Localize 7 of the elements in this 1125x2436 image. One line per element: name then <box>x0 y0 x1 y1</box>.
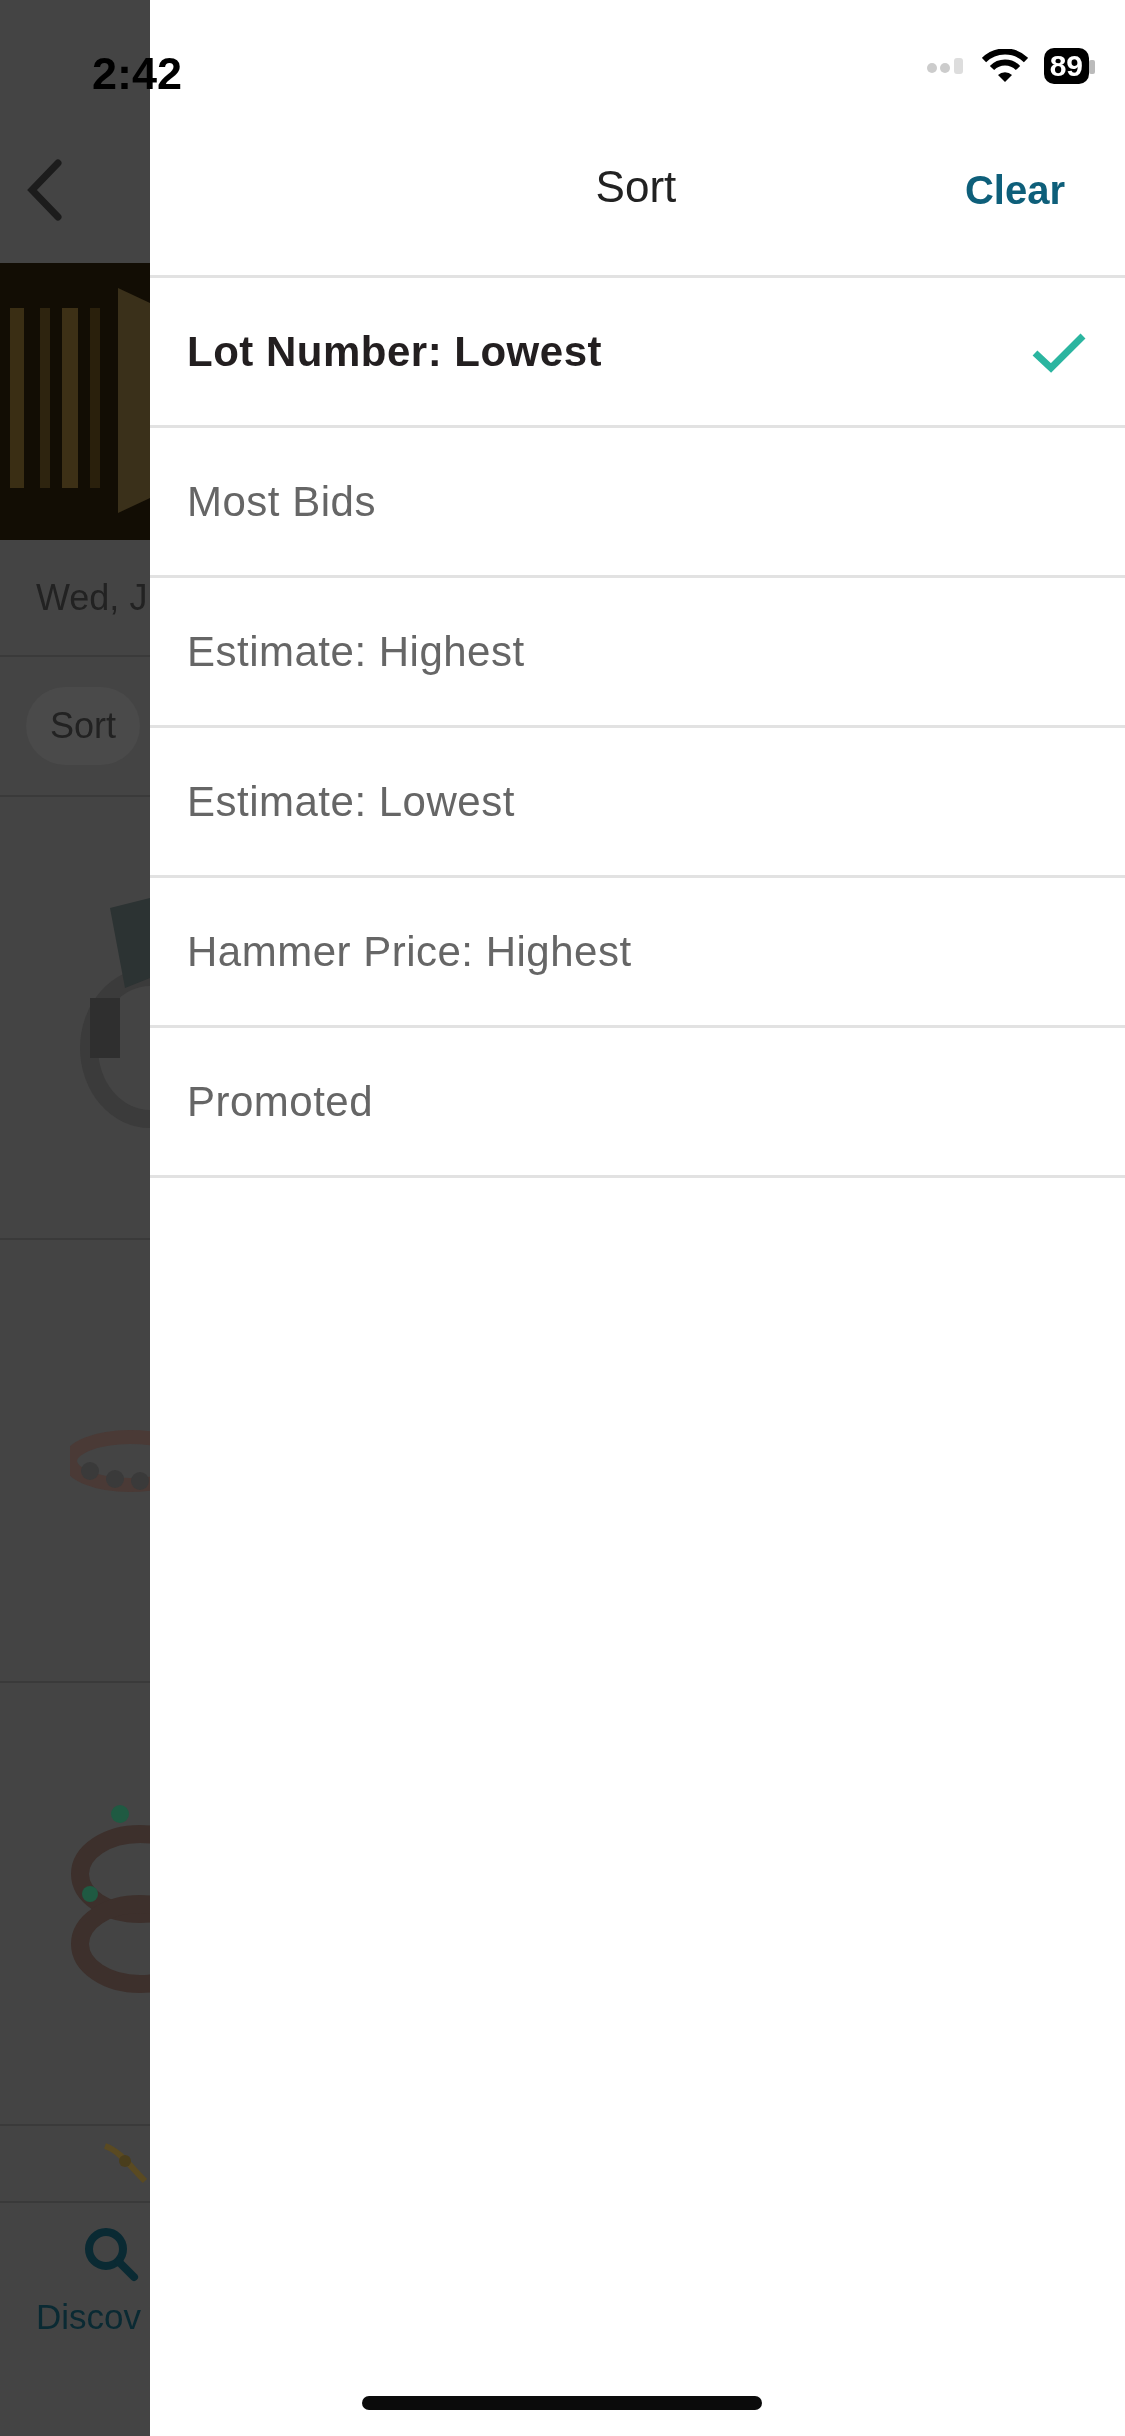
battery-level: 89 <box>1043 48 1089 84</box>
sheet-title: Sort <box>595 161 677 213</box>
clear-button[interactable]: Clear <box>964 160 1065 220</box>
signal-icon <box>925 58 966 74</box>
battery-tip-icon <box>1089 59 1095 74</box>
search-icon[interactable] <box>82 2225 140 2283</box>
wifi-icon <box>981 49 1028 83</box>
